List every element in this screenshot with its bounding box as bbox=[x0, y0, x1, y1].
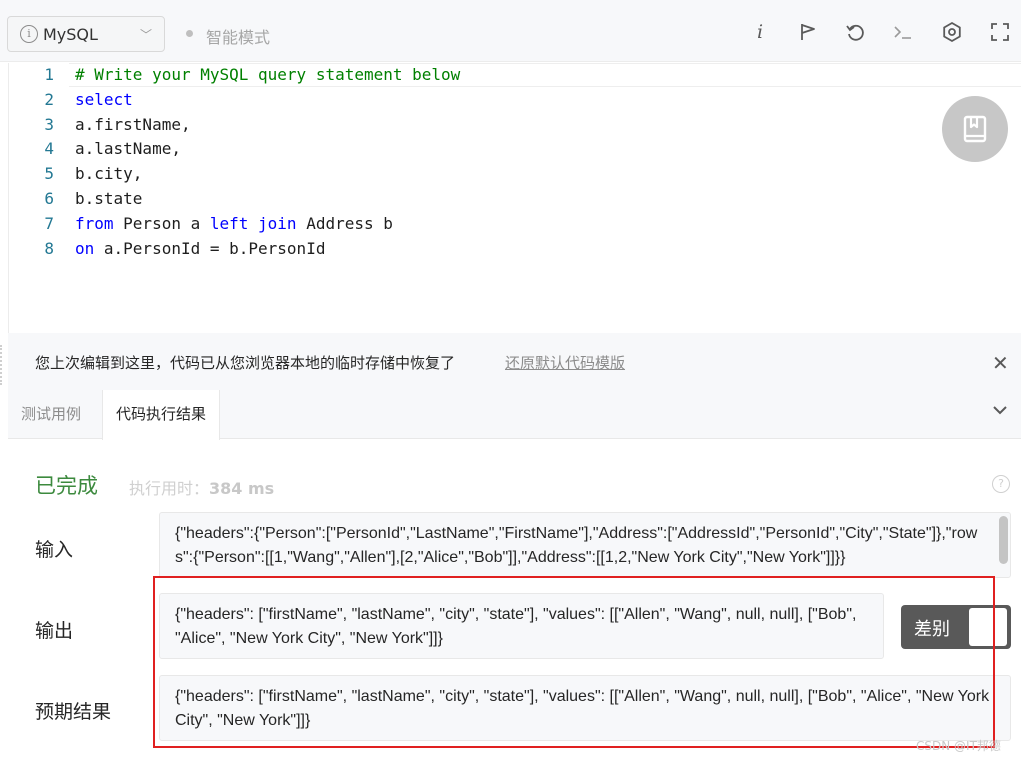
output-value: {"headers": ["firstName", "lastName", "c… bbox=[175, 606, 857, 647]
code-text: Person a bbox=[113, 213, 210, 233]
diff-toggle-knob bbox=[969, 608, 1007, 646]
chevron-down-icon: ﹀ bbox=[139, 28, 152, 42]
code-text: a.PersonId = b.PersonId bbox=[94, 238, 326, 258]
scrollbar-thumb[interactable] bbox=[999, 516, 1008, 564]
mode-status-dot bbox=[186, 30, 193, 37]
run-icon[interactable] bbox=[796, 20, 820, 44]
notes-button[interactable] bbox=[942, 96, 1008, 162]
input-label: 输入 bbox=[35, 539, 74, 561]
fullscreen-icon[interactable] bbox=[988, 20, 1012, 44]
line-number: 7 bbox=[44, 213, 54, 233]
expected-label: 预期结果 bbox=[35, 701, 112, 723]
restore-notice: 您上次编辑到这里，代码已从您浏览器本地的临时存储中恢复了 还原默认代码模版 ✕ bbox=[8, 333, 1021, 390]
code-line[interactable]: 3 a.firstName, bbox=[9, 113, 1021, 137]
sql-keyword: from bbox=[75, 213, 114, 233]
output-label: 输出 bbox=[35, 620, 74, 642]
execution-time-label: 执行用时： bbox=[129, 479, 210, 498]
line-number: 3 bbox=[44, 114, 54, 134]
tab-test-cases[interactable]: 测试用例 bbox=[8, 390, 94, 439]
sql-keyword: join bbox=[258, 213, 297, 233]
sql-keyword: left bbox=[209, 213, 249, 233]
editor-toolbar: i MySQL ﹀ 智能模式 i bbox=[0, 0, 1021, 62]
help-icon[interactable]: ? bbox=[992, 475, 1010, 493]
line-number: 5 bbox=[44, 164, 54, 184]
tab-execution-result[interactable]: 代码执行结果 bbox=[102, 390, 221, 440]
execution-time: 执行用时：384 ms bbox=[129, 475, 274, 499]
diff-label: 差别 bbox=[914, 619, 950, 640]
line-code: on a.PersonId = b.PersonId bbox=[75, 237, 325, 261]
bookmark-book-icon bbox=[963, 115, 987, 143]
line-code: a.firstName, bbox=[75, 113, 191, 137]
code-line[interactable]: 2 select bbox=[9, 88, 1021, 112]
line-code: select bbox=[75, 88, 133, 112]
line-number: 2 bbox=[44, 89, 54, 109]
expected-value-box: {"headers": ["firstName", "lastName", "c… bbox=[159, 675, 1011, 741]
sql-keyword: select bbox=[75, 89, 133, 109]
code-line[interactable]: 5 b.city, bbox=[9, 162, 1021, 186]
result-tabs: 测试用例 代码执行结果 bbox=[8, 390, 1021, 440]
settings-icon[interactable] bbox=[940, 20, 964, 44]
language-select[interactable]: i MySQL ﹀ bbox=[7, 16, 165, 52]
info-icon[interactable]: i bbox=[748, 20, 772, 44]
line-code: from Person a left join Address b bbox=[75, 212, 393, 236]
input-value: {"headers":{"Person":["PersonId","LastNa… bbox=[175, 525, 978, 566]
line-number: 1 bbox=[44, 65, 54, 84]
execution-time-value: 384 ms bbox=[209, 479, 275, 498]
line-code: b.city, bbox=[75, 162, 142, 186]
smart-mode-toggle[interactable]: 智能模式 bbox=[206, 24, 270, 48]
code-line[interactable]: 1 # Write your MySQL query statement belo… bbox=[9, 63, 1021, 87]
line-number: 6 bbox=[44, 189, 54, 208]
reset-icon[interactable] bbox=[843, 20, 867, 44]
restore-notice-text: 您上次编辑到这里，代码已从您浏览器本地的临时存储中恢复了 bbox=[35, 354, 456, 372]
language-label: MySQL bbox=[43, 25, 98, 44]
code-editor[interactable]: 1 # Write your MySQL query statement belo… bbox=[8, 63, 1021, 333]
code-line[interactable]: 8 on a.PersonId = b.PersonId bbox=[9, 237, 1021, 261]
line-number: 4 bbox=[44, 139, 54, 159]
watermark: CSDN @IT邦德 bbox=[916, 739, 1001, 753]
restore-default-template-link[interactable]: 还原默认代码模版 bbox=[505, 352, 625, 373]
execution-status: 已完成 bbox=[35, 474, 98, 498]
line-code: a.lastName, bbox=[75, 137, 181, 161]
code-text: b.city, bbox=[75, 164, 143, 184]
code-comment: # Write your MySQL query statement below bbox=[75, 65, 461, 84]
code-text: Address b bbox=[296, 213, 393, 233]
line-code: # Write your MySQL query statement below bbox=[75, 63, 460, 87]
output-value-box: {"headers": ["firstName", "lastName", "c… bbox=[159, 593, 884, 659]
console-icon[interactable] bbox=[891, 20, 915, 44]
resize-handle[interactable] bbox=[0, 345, 4, 385]
code-text: b.state bbox=[75, 189, 143, 208]
close-icon[interactable]: ✕ bbox=[992, 353, 1009, 373]
code-text: a.firstName, bbox=[75, 114, 191, 134]
code-text: a.lastName, bbox=[75, 139, 181, 159]
chevron-down-icon[interactable] bbox=[992, 404, 1008, 420]
code-line[interactable]: 4 a.lastName, bbox=[9, 137, 1021, 161]
line-code: b.state bbox=[75, 187, 142, 211]
input-value-box[interactable]: {"headers":{"Person":["PersonId","LastNa… bbox=[159, 512, 1011, 578]
line-number: 8 bbox=[44, 238, 54, 258]
expected-value: {"headers": ["firstName", "lastName", "c… bbox=[175, 688, 990, 729]
diff-toggle[interactable]: 差别 bbox=[901, 605, 1011, 649]
code-line[interactable]: 7 from Person a left join Address b bbox=[9, 212, 1021, 236]
sql-keyword: on bbox=[75, 238, 95, 258]
code-line[interactable]: 6 b.state bbox=[9, 187, 1021, 211]
info-circle-icon: i bbox=[20, 25, 38, 43]
